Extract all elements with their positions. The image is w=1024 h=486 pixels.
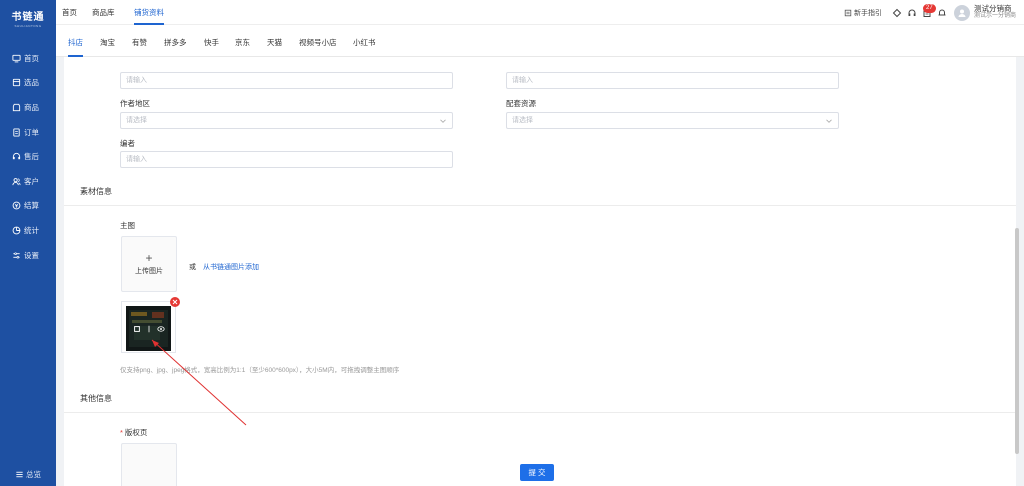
book-cover-image xyxy=(126,306,171,351)
select-placeholder: 请选择 xyxy=(126,117,147,124)
platform-tabs: 抖店 淘宝 有赞 拼多多 快手 京东 天猫 视频号小店 小红书 xyxy=(56,25,1024,57)
headset-icon xyxy=(12,152,21,161)
chevron-down-icon xyxy=(440,118,446,124)
tab-home[interactable]: 首页 xyxy=(62,0,77,25)
material-section-title: 素材信息 xyxy=(80,187,112,196)
user-icon xyxy=(958,9,966,17)
crop-icon[interactable] xyxy=(133,325,141,333)
sidebar-item-label: 客户 xyxy=(24,176,39,186)
coin-icon xyxy=(12,201,21,210)
upload-image-button[interactable]: + 上传图片 xyxy=(121,236,177,292)
sidebar-item-settlement[interactable]: 结算 xyxy=(0,194,56,219)
delete-image-button[interactable] xyxy=(170,297,180,307)
tab-taobao[interactable]: 淘宝 xyxy=(100,25,115,57)
divider-icon xyxy=(148,325,149,332)
user-info[interactable]: 测试分销商 测试示一分销商 xyxy=(974,4,1016,21)
tab-distribution-data[interactable]: 铺货资料 xyxy=(134,0,164,25)
add-from-library-link[interactable]: 从书链通图片添加 xyxy=(203,262,259,272)
headset-icon[interactable] xyxy=(907,8,917,18)
app-logo[interactable]: 书链通 SHULIANTONG xyxy=(0,0,56,36)
sidebar-item-label: 选品 xyxy=(24,78,39,88)
tab-product-library[interactable]: 商品库 xyxy=(92,0,115,25)
tab-youzan[interactable]: 有赞 xyxy=(132,25,147,57)
tab-tmall[interactable]: 天猫 xyxy=(267,25,282,57)
settings-icon xyxy=(12,251,21,260)
section-divider xyxy=(64,205,1016,206)
top-header: 首页 商品库 铺货资料 新手指引 测试分销商 测试示一分销商 xyxy=(56,0,1024,25)
section-divider xyxy=(64,412,1016,413)
sidebar-item-label: 首页 xyxy=(24,53,39,63)
editor-label: 编者 xyxy=(120,139,135,148)
shop-icon xyxy=(12,103,21,112)
avatar[interactable] xyxy=(953,4,970,21)
box-icon xyxy=(12,78,21,87)
tab-xiaohongshu[interactable]: 小红书 xyxy=(353,25,376,57)
tab-jd[interactable]: 京东 xyxy=(235,25,250,57)
other-section-title: 其他信息 xyxy=(80,394,112,403)
uploaded-image-card[interactable] xyxy=(121,301,176,353)
text-input-1[interactable]: 请输入 xyxy=(120,72,453,89)
author-region-label: 作者地区 xyxy=(120,99,150,108)
notification-badge: 27 xyxy=(923,4,936,13)
chevron-down-icon xyxy=(826,118,832,124)
sidebar-nav: 首页 选品 商品 订单 售后 客户 结算 统计 设置 xyxy=(0,46,56,267)
sidebar-item-label: 商品 xyxy=(24,102,39,112)
sidebar-item-statistics[interactable]: 统计 xyxy=(0,218,56,243)
main-content: 请输入 请输入 作者地区 请选择 配套资源 请选择 编者 请输入 素材信息 主图… xyxy=(64,57,1016,486)
tab-kuaishou[interactable]: 快手 xyxy=(204,25,219,57)
main-image-label: 主图 xyxy=(120,221,135,230)
sidebar-item-selection[interactable]: 选品 xyxy=(0,71,56,96)
copyright-label-text: 版权页 xyxy=(124,428,148,437)
sidebar-item-orders[interactable]: 订单 xyxy=(0,120,56,145)
or-text: 或 xyxy=(189,264,196,271)
sidebar-item-label: 售后 xyxy=(24,152,39,162)
sidebar-item-aftersales[interactable]: 售后 xyxy=(0,144,56,169)
sidebar: 书链通 SHULIANTONG 首页 选品 商品 订单 售后 客户 结算 统计 … xyxy=(0,0,56,486)
sidebar-item-home[interactable]: 首页 xyxy=(0,46,56,71)
author-region-select[interactable]: 请选择 xyxy=(120,112,453,129)
eye-icon[interactable] xyxy=(156,325,165,333)
submit-button[interactable]: 提 交 xyxy=(520,464,554,481)
text-input-2[interactable]: 请输入 xyxy=(506,72,839,89)
tab-pinduoduo[interactable]: 拼多多 xyxy=(164,25,187,57)
copyright-upload-box[interactable] xyxy=(121,443,177,486)
editor-input[interactable]: 请输入 xyxy=(120,151,453,168)
close-icon xyxy=(172,299,178,305)
sidebar-item-label: 统计 xyxy=(24,225,39,235)
upload-label: 上传图片 xyxy=(135,267,163,275)
required-marker: * xyxy=(120,428,123,437)
logo-text: 书链通 xyxy=(11,12,45,23)
monitor-icon xyxy=(12,54,21,63)
copyright-label: * 版权页 xyxy=(120,427,147,438)
order-icon xyxy=(12,128,21,137)
guide-link[interactable]: 新手指引 xyxy=(844,8,882,18)
sidebar-item-label: 订单 xyxy=(24,127,39,137)
select-placeholder: 请选择 xyxy=(512,117,533,124)
book-icon xyxy=(844,9,852,16)
scrollbar[interactable] xyxy=(1015,228,1019,454)
guide-label: 新手指引 xyxy=(853,9,882,17)
collapse-label: 总览 xyxy=(26,470,41,479)
users-icon xyxy=(12,177,21,186)
sidebar-item-label: 结算 xyxy=(24,201,39,211)
diamond-icon[interactable] xyxy=(892,8,902,18)
chart-icon xyxy=(12,226,21,235)
logo-subtext: SHULIANTONG xyxy=(14,24,42,28)
sidebar-item-settings[interactable]: 设置 xyxy=(0,243,56,268)
bell-icon[interactable] xyxy=(937,8,947,18)
sidebar-item-products[interactable]: 商品 xyxy=(0,95,56,120)
plus-icon: + xyxy=(145,250,153,265)
supporting-resources-select[interactable]: 请选择 xyxy=(506,112,839,129)
image-upload-hint: 仅支持png、jpg、jpeg格式，宽高比例为1:1（至少600*600px），… xyxy=(120,367,400,374)
sidebar-item-customers[interactable]: 客户 xyxy=(0,169,56,194)
supporting-resources-label: 配套资源 xyxy=(506,99,536,108)
sidebar-collapse-button[interactable]: 总览 xyxy=(0,469,56,480)
tab-video-shop[interactable]: 视频号小店 xyxy=(299,25,337,57)
tab-douyin[interactable]: 抖店 xyxy=(68,25,83,57)
user-subtitle: 测试示一分销商 xyxy=(973,13,1016,20)
sidebar-item-label: 设置 xyxy=(24,250,39,260)
image-overlay xyxy=(126,306,171,351)
menu-icon xyxy=(16,471,23,478)
